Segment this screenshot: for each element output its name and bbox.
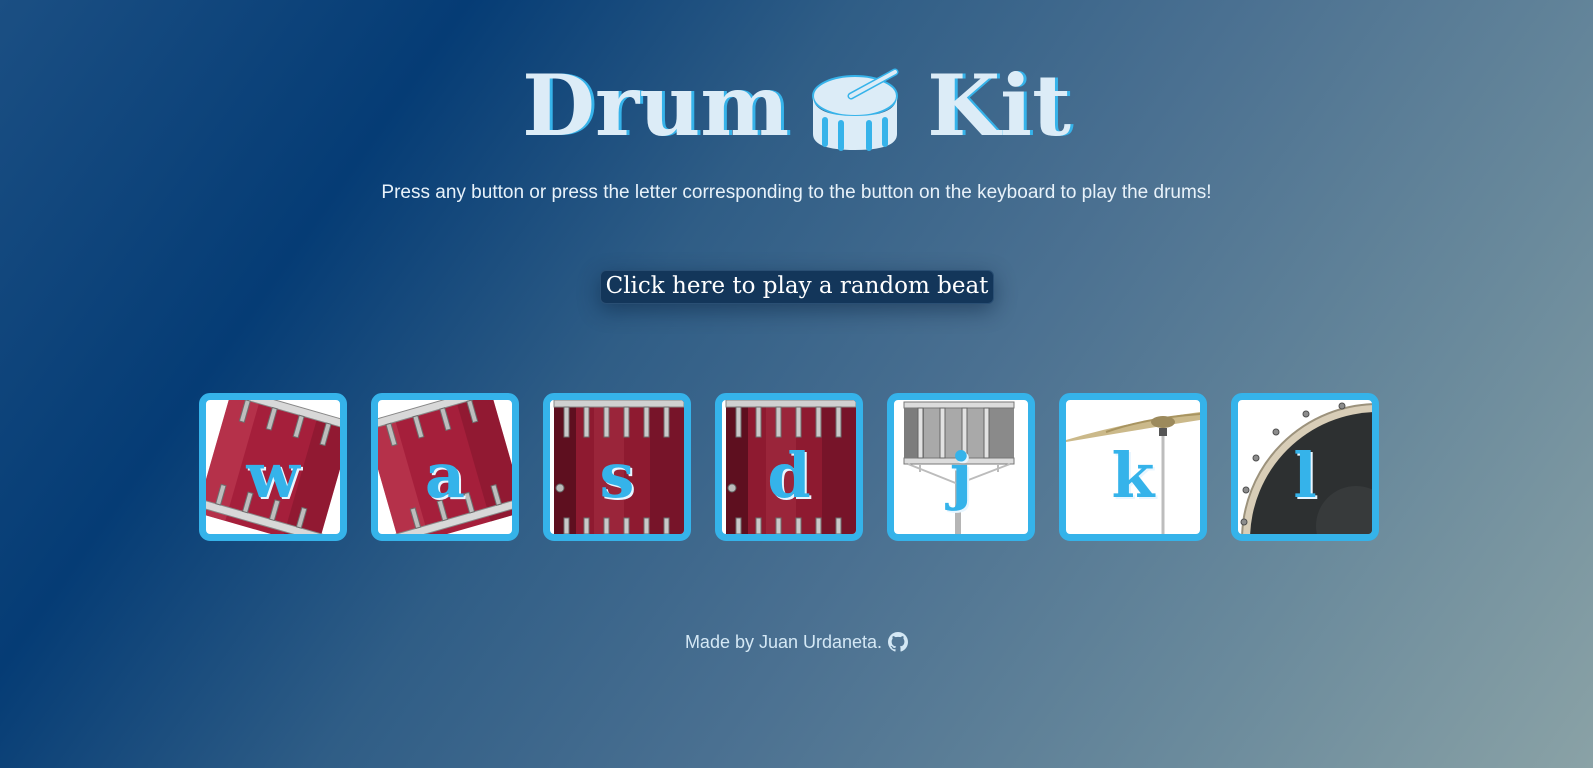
key-letter: l <box>1293 439 1317 512</box>
drum-pads: w a s d j k l <box>199 393 1379 541</box>
footer: Made by Juan Urdaneta. <box>0 631 1593 653</box>
author-credit: Made by Juan Urdaneta. <box>684 632 883 652</box>
key-letter: s <box>599 439 635 512</box>
key-letter: w <box>246 439 300 512</box>
key-letter: a <box>424 439 466 512</box>
drum-pad-d[interactable]: d <box>715 393 863 541</box>
drum-pad-k[interactable]: k <box>1059 393 1207 541</box>
key-letter: j <box>949 439 973 512</box>
drum-pad-w[interactable]: w <box>199 393 347 541</box>
page-title: Drum Kit <box>0 58 1593 154</box>
drum-pad-l[interactable]: l <box>1231 393 1379 541</box>
title-word-kit: Kit <box>927 56 1071 155</box>
random-beat-button[interactable]: Click here to play a random beat <box>600 270 994 304</box>
drum-pad-a[interactable]: a <box>371 393 519 541</box>
instructions-text: Press any button or press the letter cor… <box>381 182 1212 203</box>
key-letter: k <box>1111 439 1155 512</box>
drum-pad-j[interactable]: j <box>887 393 1035 541</box>
drum-pad-s[interactable]: s <box>543 393 691 541</box>
github-icon[interactable] <box>888 632 909 652</box>
title-word-drum: Drum <box>522 56 790 155</box>
key-letter: d <box>767 439 811 512</box>
drum-icon <box>812 68 899 151</box>
